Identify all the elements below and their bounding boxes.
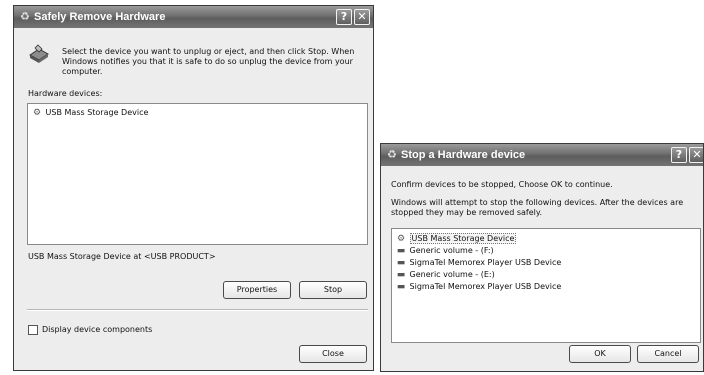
list-item[interactable]: ⚙ USB Mass Storage Device <box>28 107 367 119</box>
window-icon: ♻ <box>20 11 30 23</box>
separator <box>27 309 368 311</box>
close-dialog-button[interactable]: Close <box>299 345 367 363</box>
list-item[interactable]: ⚙ USB Mass Storage Device <box>392 233 700 245</box>
drive-icon: ▬ <box>396 246 406 256</box>
stop-button[interactable]: Stop <box>299 281 367 299</box>
help-button[interactable]: ? <box>671 147 687 163</box>
title-bar[interactable]: ♻ Safely Remove Hardware ? ✕ <box>14 6 373 28</box>
instructions-text: Select the device you want to unplug or … <box>62 47 355 76</box>
help-button[interactable]: ? <box>336 9 352 25</box>
usb-device-icon: ⚙ <box>396 234 406 244</box>
hardware-devices-list[interactable]: ⚙ USB Mass Storage Device <box>27 103 368 245</box>
list-item[interactable]: ▬ SigmaTel Memorex Player USB Device <box>392 281 700 293</box>
hardware-icon <box>28 43 50 65</box>
list-item[interactable]: ▬ Generic volume - (F:) <box>392 245 700 257</box>
display-components-label[interactable]: Display device components <box>42 325 152 335</box>
usb-device-icon: ⚙ <box>32 108 42 118</box>
stop-hardware-device-dialog: ♻ Stop a Hardware device ? ✕ Confirm dev… <box>380 143 704 372</box>
devices-to-stop-list[interactable]: ⚙ USB Mass Storage Device ▬ Generic volu… <box>391 228 701 343</box>
list-item[interactable]: ▬ Generic volume - (E:) <box>392 269 700 281</box>
window-title: Safely Remove Hardware <box>34 11 166 23</box>
device-label: Generic volume - (F:) <box>409 246 494 255</box>
device-label: USB Mass Storage Device <box>409 233 517 244</box>
list-item[interactable]: ▬ SigmaTel Memorex Player USB Device <box>392 257 700 269</box>
display-components-checkbox[interactable] <box>28 325 38 335</box>
hardware-devices-label: Hardware devices: <box>28 89 103 98</box>
ok-button[interactable]: OK <box>569 345 631 363</box>
window-title: Stop a Hardware device <box>401 149 526 161</box>
close-button[interactable]: ✕ <box>354 9 370 25</box>
device-label: SigmaTel Memorex Player USB Device <box>409 258 562 267</box>
drive-icon: ▬ <box>396 282 406 292</box>
title-bar[interactable]: ♻ Stop a Hardware device ? ✕ <box>381 144 703 166</box>
selected-device-description: USB Mass Storage Device at <USB PRODUCT> <box>28 252 216 261</box>
cancel-button[interactable]: Cancel <box>637 345 699 363</box>
device-label: Generic volume - (E:) <box>409 270 495 279</box>
drive-icon: ▬ <box>396 270 406 280</box>
device-label: USB Mass Storage Device <box>45 108 149 117</box>
window-icon: ♻ <box>387 149 397 161</box>
drive-icon: ▬ <box>396 258 406 268</box>
info-text: Windows will attempt to stop the followi… <box>391 198 684 217</box>
close-button[interactable]: ✕ <box>689 147 703 163</box>
properties-button[interactable]: Properties <box>223 281 291 299</box>
device-label: SigmaTel Memorex Player USB Device <box>409 282 562 291</box>
confirm-text: Confirm devices to be stopped, Choose OK… <box>391 180 613 189</box>
safely-remove-hardware-dialog: ♻ Safely Remove Hardware ? ✕ Select the … <box>13 5 374 371</box>
